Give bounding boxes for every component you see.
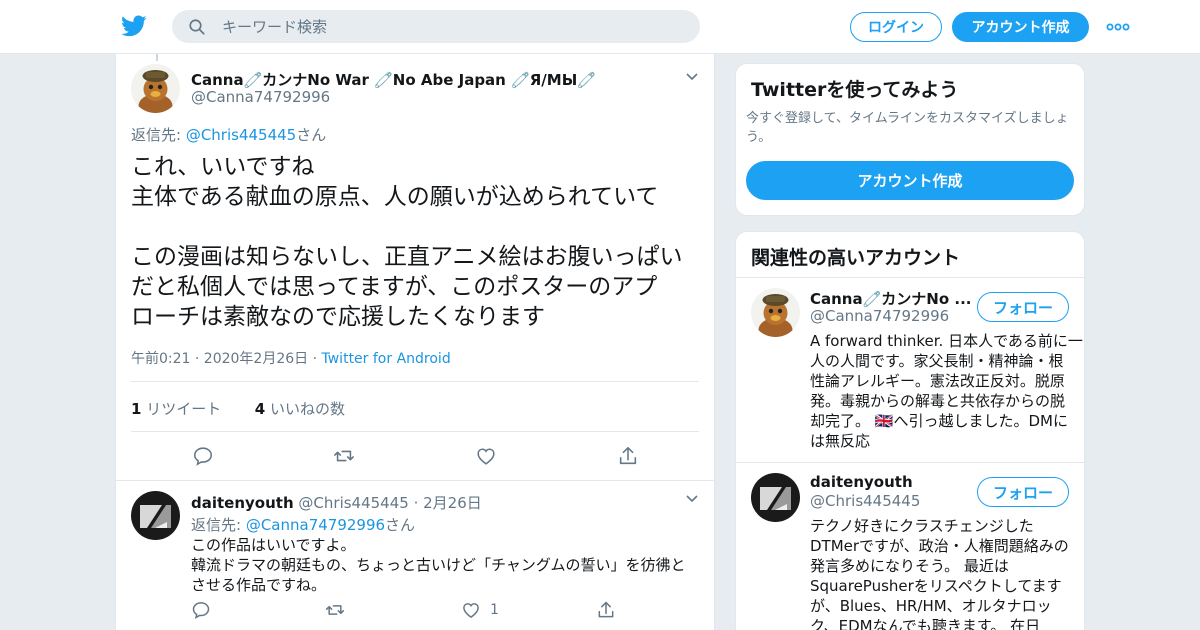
retweet-icon[interactable] — [325, 600, 345, 620]
tweet-column: Canna🧷カンナNo War 🧷No Abe Japan 🧷Я/МЫ🧷 @Ca… — [115, 54, 715, 630]
related-account-handle[interactable]: @Canna74792996 — [810, 307, 949, 325]
avatar-canna-image — [751, 288, 800, 337]
login-button[interactable]: ログイン — [850, 12, 942, 42]
bio-line: ク、EDMなんでも聴きます。 在日 — [810, 617, 1041, 630]
avatar[interactable] — [131, 64, 180, 113]
related-account-bio: A forward thinker. 日本人である前に一 人の人間です。家父長制… — [810, 331, 1083, 451]
tweet-text-line: 韓流ドラマの朝廷もの、ちょっと古いけど「チャングムの誓い」を彷彿と — [191, 556, 686, 574]
like-stat[interactable]: 4 いいねの数 — [255, 400, 345, 418]
tweet-stats: 1 リツイート 4 いいねの数 — [131, 398, 345, 419]
tweet-text-line: 主体である献血の原点、人の願いが込められていて — [131, 184, 659, 210]
chevron-down-icon[interactable] — [685, 494, 699, 504]
divider — [131, 431, 699, 432]
signup-card-title: Twitterを使ってみよう — [751, 79, 959, 101]
search-input[interactable] — [222, 10, 682, 43]
like-icon[interactable] — [475, 445, 497, 467]
share-icon[interactable] — [617, 445, 639, 467]
bio-line: 性論アレルギー。憲法改正反対。脱原 — [810, 372, 1065, 390]
signup-card-subtitle: 今すぐ登録して、タイムラインをカスタマイズしましょ う。 — [746, 109, 1069, 147]
share-icon[interactable] — [596, 600, 616, 620]
avatar-canna-image — [131, 64, 180, 113]
signup-card: Twitterを使ってみよう 今すぐ登録して、タイムラインをカスタマイズしましょ… — [735, 63, 1085, 216]
author-name[interactable]: Canna🧷カンナNo War 🧷No Abe Japan 🧷Я/МЫ🧷 — [191, 69, 596, 90]
related-accounts-card: 関連性の高いアカウント Canna🧷カンナNo ... @Canna747929… — [735, 231, 1085, 630]
tweet-meta: 午前0:21 · 2020年2月26日 · Twitter for Androi… — [131, 348, 451, 368]
author-handle[interactable]: @Canna74792996 — [191, 88, 330, 106]
signup-card-subtitle-line: 今すぐ登録して、タイムラインをカスタマイズしましょ — [746, 111, 1069, 126]
tweet-text-line: この漫画は知らないし、正直アニメ絵はお腹いっぱい — [131, 244, 683, 270]
signup-button[interactable]: アカウント作成 — [952, 12, 1089, 42]
divider — [736, 462, 1084, 463]
reply-icon[interactable] — [191, 600, 211, 620]
reply-to-link[interactable]: @Chris445445 — [186, 126, 296, 144]
retweet-count: 1 — [131, 400, 142, 418]
tweet-text-line: させる作品ですね。 — [191, 576, 327, 594]
bio-line: SquarePusherをリスペクトしてます — [810, 577, 1062, 595]
twitter-bird-icon[interactable] — [120, 13, 148, 39]
like-count: 1 — [490, 602, 499, 618]
tweet-text-line: この作品はいいですよ。 — [191, 536, 356, 554]
bio-line: 発。毒親からの解毒と共依存からの脱 — [810, 392, 1066, 410]
reply-suffix: さん — [385, 516, 416, 534]
bio-line: 発言多めになりそう。 最近は — [810, 557, 1009, 575]
avatar-daitenyouth-image — [751, 473, 800, 522]
author-handle[interactable]: @Chris445445 — [298, 494, 408, 512]
reply-icon[interactable] — [192, 445, 214, 467]
divider — [116, 480, 714, 481]
reply-prefix: 返信先: — [191, 516, 246, 534]
related-account-name[interactable]: Canna🧷カンナNo ... — [810, 288, 971, 309]
reply-context: 返信先: @Chris445445さん — [131, 124, 326, 145]
retweet-stat-label: リツイート — [141, 400, 222, 418]
tweet-text: これ、いいですね 主体である献血の原点、人の願いが込められていて この漫画は知ら… — [131, 152, 706, 332]
signup-card-button[interactable]: アカウント作成 — [746, 161, 1074, 200]
search-icon — [189, 19, 205, 35]
reply-to-link[interactable]: @Canna74792996 — [246, 516, 385, 534]
bio-line: A forward thinker. 日本人である前に一 — [810, 332, 1083, 350]
signup-card-subtitle-line: う。 — [746, 130, 772, 145]
like-stat-label: いいねの数 — [265, 400, 345, 418]
follow-button[interactable]: フォロー — [977, 292, 1069, 322]
tweet-text: この作品はいいですよ。 韓流ドラマの朝廷もの、ちょっと古いけど「チャングムの誓い… — [191, 535, 701, 595]
divider — [736, 277, 1084, 278]
top-bar: ログイン アカウント作成 — [0, 0, 1200, 54]
avatar[interactable] — [751, 473, 800, 522]
reply-prefix: 返信先: — [131, 126, 186, 144]
avatar-daitenyouth-image — [131, 491, 180, 540]
bio-line: が、Blues、HR/HM、オルタナロッ — [810, 597, 1052, 615]
reply-tweet-header: daitenyouth @Chris445445 · 2月26日 — [191, 492, 482, 513]
tweet-text-line: これ、いいですね — [131, 154, 315, 180]
related-account-handle[interactable]: @Chris445445 — [810, 492, 920, 510]
avatar[interactable] — [131, 491, 180, 540]
reply-context: 返信先: @Canna74792996さん — [191, 514, 415, 535]
tweet-text-line: ローチは素敵なので応援したくなります — [131, 304, 545, 330]
tweet-timestamp[interactable]: 午前0:21 · 2020年2月26日 · — [131, 351, 322, 367]
retweet-stat[interactable]: 1 リツイート — [131, 400, 221, 418]
search-box[interactable] — [172, 10, 700, 43]
tweet-date[interactable]: · 2月26日 — [409, 494, 482, 512]
reply-suffix: さん — [296, 126, 327, 144]
retweet-icon[interactable] — [333, 445, 355, 467]
related-account-bio: テクノ好きにクラスチェンジした DTMerですが、政治・人権問題絡みの 発言多め… — [810, 516, 1069, 630]
thread-connector — [156, 54, 158, 61]
divider — [131, 381, 699, 382]
author-name[interactable]: daitenyouth — [191, 494, 294, 512]
bio-line: テクノ好きにクラスチェンジした — [810, 517, 1034, 535]
tweet-source-link[interactable]: Twitter for Android — [322, 351, 451, 367]
tweet-text-line — [131, 212, 706, 242]
more-options-icon[interactable] — [1106, 22, 1130, 32]
tweet-text-line: だと私個人では思ってますが、このポスターのアプ — [131, 274, 658, 300]
like-icon[interactable] — [461, 600, 481, 620]
bio-line: 却完了。 🇬🇧へ引っ越しました。DMに — [810, 412, 1068, 430]
related-card-title: 関連性の高いアカウント — [751, 247, 961, 269]
like-count: 4 — [254, 400, 266, 418]
bio-line: DTMerですが、政治・人権問題絡みの — [810, 537, 1069, 555]
chevron-down-icon[interactable] — [685, 72, 699, 82]
avatar[interactable] — [751, 288, 800, 337]
related-account-name[interactable]: daitenyouth — [810, 473, 913, 491]
follow-button[interactable]: フォロー — [977, 477, 1069, 507]
bio-line: 人の人間です。家父長制・精神論・根 — [810, 352, 1064, 370]
bio-line: は無反応 — [810, 432, 871, 450]
